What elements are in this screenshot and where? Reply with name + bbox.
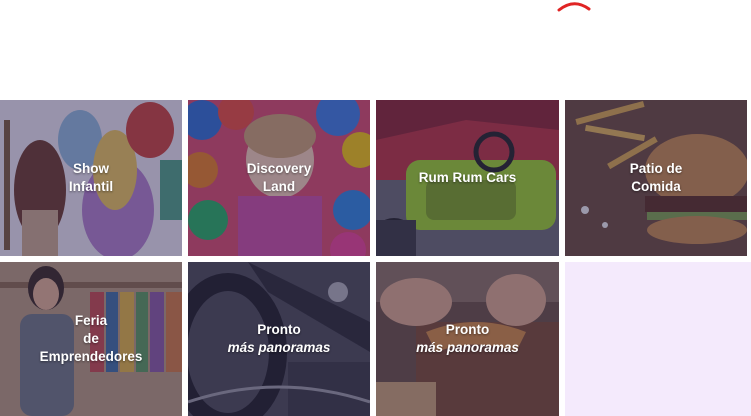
tile-label-line: Comida xyxy=(631,179,681,194)
tile-label-line: Patio de xyxy=(629,161,683,176)
tile-label-line: Infantil xyxy=(68,179,114,194)
tile-label-line: Show xyxy=(73,161,109,176)
tile-label: Rum Rum Cars xyxy=(411,169,525,187)
tile-show-infantil[interactable]: Show Infantil xyxy=(0,100,182,256)
tile-label-line: Feria xyxy=(74,313,108,328)
tile-label: Pronto más panoramas xyxy=(408,321,527,357)
tile-label-line: de xyxy=(83,331,99,346)
tile-pronto-mas-panoramas-1[interactable]: Pronto más panoramas xyxy=(188,262,370,416)
tile-label-italic: más panoramas xyxy=(416,340,519,355)
tile-label: Pronto más panoramas xyxy=(220,321,339,357)
tile-label-line: Pronto xyxy=(257,322,301,337)
activities-grid: Show Infantil Discovery Land Rum Rum Car… xyxy=(0,0,751,416)
tile-label: Discovery Land xyxy=(239,160,320,196)
tile-label-italic: más panoramas xyxy=(227,340,331,355)
tile-rum-rum-cars[interactable]: Rum Rum Cars xyxy=(376,100,559,256)
tile-discovery-land[interactable]: Discovery Land xyxy=(188,100,370,256)
tile-label: Feria de Emprendedores xyxy=(32,312,151,366)
tile-label: Show Infantil xyxy=(61,160,121,196)
tile-feria-de-emprendedores[interactable]: Feria de Emprendedores xyxy=(0,262,182,416)
empty-grid-cell xyxy=(565,262,751,416)
tile-label: Patio de Comida xyxy=(622,160,691,196)
tile-label-line: Discovery xyxy=(246,161,312,176)
tile-label-line: Emprendedores xyxy=(39,349,143,364)
tile-label-line: Rum Rum Cars xyxy=(418,170,517,185)
tile-pronto-mas-panoramas-2[interactable]: Pronto más panoramas xyxy=(376,262,559,416)
tile-label-line: Land xyxy=(262,179,296,194)
tile-patio-de-comida[interactable]: Patio de Comida xyxy=(565,100,747,256)
tile-label-line: Pronto xyxy=(445,322,490,337)
